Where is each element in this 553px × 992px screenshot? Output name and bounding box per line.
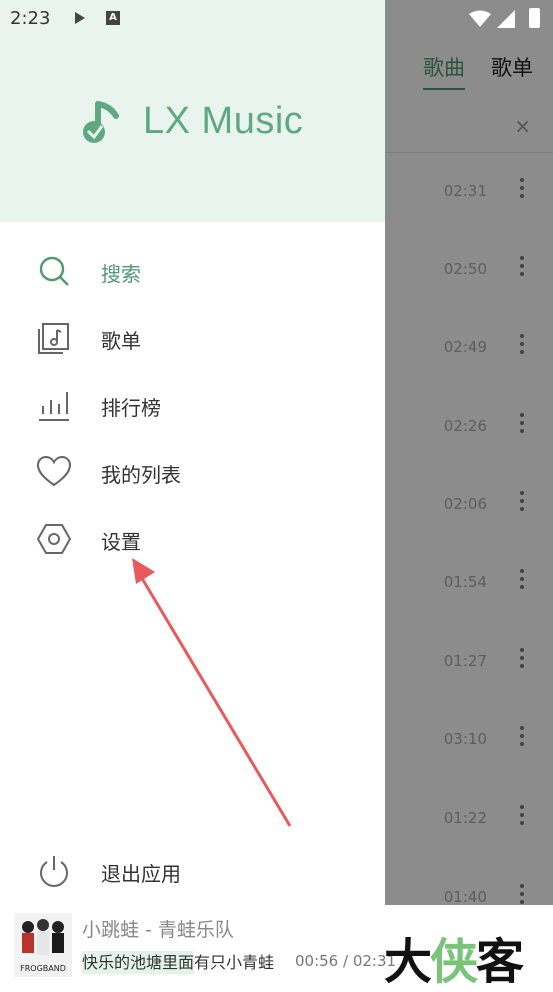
watermark-char: 侠 xyxy=(430,934,478,990)
playback-time: 00:56 / 02:31 xyxy=(295,952,397,970)
search-icon xyxy=(39,256,69,286)
lyric-line: 快乐的池塘里面有只小青蛙 xyxy=(82,949,275,974)
menu-item-label: 设置 xyxy=(101,530,141,554)
menu-item-playlist[interactable]: 歌单 xyxy=(0,308,385,366)
play-notification-icon xyxy=(75,12,85,24)
menu-item-search[interactable]: 搜索 xyxy=(0,241,385,299)
watermark-logo: 大侠客 xyxy=(384,922,524,992)
signal-icon xyxy=(497,10,515,28)
watermark-char: 客 xyxy=(476,934,524,990)
menu-item-label: 我的列表 xyxy=(101,463,181,487)
menu-item-label: 退出应用 xyxy=(101,862,181,886)
album-cover[interactable]: FROGBAND xyxy=(14,913,72,977)
settings-icon xyxy=(37,524,71,554)
lyric-highlight: 快乐的池塘里面 xyxy=(82,951,195,974)
watermark-char: 大 xyxy=(384,934,432,990)
brand-title: LX Music xyxy=(143,100,304,142)
menu-item-label: 歌单 xyxy=(101,329,141,353)
menu-item-label: 排行榜 xyxy=(101,396,161,420)
music-note-logo-icon xyxy=(83,101,119,143)
lyric-rest: 有只小青蛙 xyxy=(194,953,275,972)
battery-icon xyxy=(529,8,540,28)
status-time: 2:23 xyxy=(10,8,51,29)
wifi-icon xyxy=(469,10,491,27)
app-notification-icon: A xyxy=(106,11,120,25)
track-title: 小跳蛙 - 青蛙乐队 xyxy=(82,919,234,941)
menu-item-exit[interactable]: 退出应用 xyxy=(0,841,385,899)
menu-item-leaderboard[interactable]: 排行榜 xyxy=(0,375,385,433)
chart-icon xyxy=(39,392,69,421)
menu-item-label: 搜索 xyxy=(101,262,141,286)
playlist-icon xyxy=(38,323,69,354)
power-icon xyxy=(40,856,68,887)
heart-icon xyxy=(37,455,71,487)
status-bar: 2:23 A xyxy=(0,0,553,38)
menu-item-settings[interactable]: 设置 xyxy=(0,509,385,567)
nav-drawer: LX Music 搜索 歌单 排行榜 我的列表 设置 退出应用 xyxy=(0,0,385,905)
album-cover-text: FROGBAND xyxy=(20,964,66,973)
menu-item-my-list[interactable]: 我的列表 xyxy=(0,442,385,500)
